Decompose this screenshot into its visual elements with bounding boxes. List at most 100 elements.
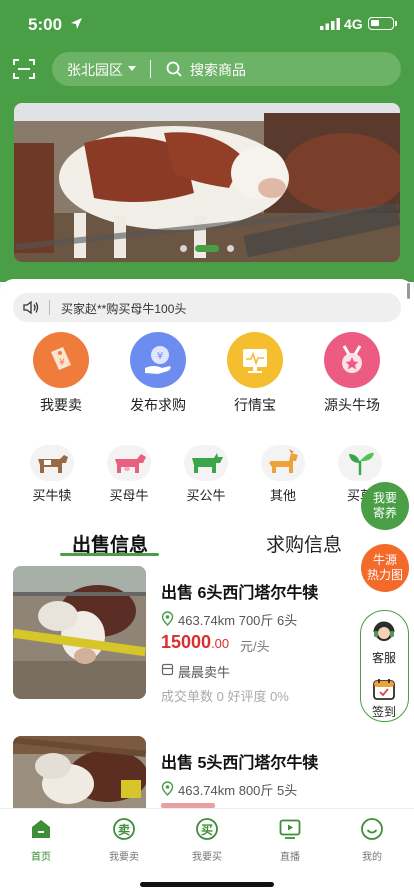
tab-profile[interactable]: 我的 — [342, 817, 402, 865]
tab-sell[interactable]: 卖 我要卖 — [94, 817, 154, 865]
listing-thumbnail — [13, 566, 146, 699]
quick-action-market[interactable]: 行情宝 — [210, 332, 300, 414]
caret-down-icon[interactable] — [128, 66, 136, 71]
tab-buy[interactable]: 买 我要买 — [177, 817, 237, 865]
battery-icon — [368, 17, 397, 30]
foster-care-button[interactable]: 我要 寄养 — [361, 482, 409, 530]
quick-action-label: 行情宝 — [234, 397, 276, 413]
tab-label: 首页 — [31, 852, 51, 863]
banner-carousel[interactable] — [14, 103, 400, 262]
location-pin-icon — [161, 781, 174, 796]
customer-service-label[interactable]: 客服 — [361, 649, 407, 666]
listing-card[interactable]: 出售 5头西门塔尔牛犊 463.74km 800斤 5头 — [0, 736, 414, 808]
category-calf[interactable]: 买牛犊 — [16, 445, 88, 503]
status-time: 5:00 — [28, 15, 63, 34]
listing-seller: 晨晨卖牛 — [178, 665, 231, 680]
listing-title: 出售 5头西门塔尔牛犊 — [161, 755, 319, 772]
region-selector[interactable]: 张北园区 — [67, 60, 123, 80]
svg-text:买: 买 — [201, 823, 213, 837]
notice-bar[interactable]: 买家赵**购买母牛100头 — [13, 293, 401, 322]
listing-thumbnail — [13, 736, 146, 808]
banner-cattle-photo — [14, 103, 400, 262]
live-icon — [279, 819, 301, 839]
listing-price-decimal: .00 — [211, 636, 230, 651]
heatmap-button[interactable]: 牛源 热力图 — [361, 544, 409, 592]
search-icon — [166, 61, 182, 77]
quick-action-label: 我要卖 — [40, 397, 82, 413]
carousel-dot[interactable] — [180, 245, 187, 252]
listing-card[interactable]: 出售 6头西门塔尔牛犊 463.74km 700斤 6头 15000.00 元/… — [0, 566, 414, 704]
checkin-calendar-icon[interactable] — [372, 677, 396, 701]
scrollbar — [407, 283, 410, 299]
scan-icon[interactable] — [12, 57, 36, 81]
quick-action-label: 发布求购 — [130, 397, 186, 413]
calf-icon — [30, 445, 74, 481]
home-icon — [32, 820, 50, 838]
listing-meta: 463.74km 800斤 5头 — [178, 780, 297, 799]
tab-buy-info[interactable]: 求购信息 — [266, 530, 342, 557]
yen-hand-icon: ¥ — [130, 332, 186, 388]
listing-count: 5头 — [277, 783, 298, 798]
sprout-icon — [338, 445, 382, 481]
customer-service-icon[interactable] — [371, 619, 397, 645]
price-tag-icon: ¥ — [33, 332, 89, 388]
category-label: 其他 — [269, 488, 296, 503]
svg-text:¥: ¥ — [59, 358, 65, 368]
sell-icon: 卖 — [113, 818, 135, 840]
signal-icon — [320, 18, 340, 30]
market-chart-icon — [227, 332, 283, 388]
carousel-dot[interactable] — [227, 245, 234, 252]
category-cow[interactable]: 买母牛 — [93, 445, 165, 503]
buy-icon: 买 — [196, 818, 218, 840]
quick-action-publish-request[interactable]: ¥ 发布求购 — [113, 332, 203, 414]
tab-live[interactable]: 直播 — [260, 817, 320, 865]
quick-action-source-farm[interactable]: 源头牛场 — [307, 332, 397, 414]
category-label: 买公牛 — [186, 488, 226, 503]
listing-weight: 800斤 — [238, 783, 274, 798]
quick-action-label: 源头牛场 — [324, 397, 380, 413]
carousel-indicator — [14, 243, 400, 253]
home-indicator — [140, 882, 274, 887]
tab-home[interactable]: 首页 — [11, 817, 71, 865]
category-other[interactable]: 其他 — [247, 445, 319, 503]
listing-weight: 700斤 — [238, 613, 274, 628]
tab-label: 直播 — [280, 852, 300, 863]
listing-distance: 463.74km — [178, 613, 236, 628]
side-action-panel: 客服 签到 — [360, 610, 409, 722]
checkin-label[interactable]: 签到 — [361, 703, 407, 720]
bull-icon — [184, 445, 228, 481]
listing-stats: 成交单数 0 好评度 0% — [161, 689, 289, 704]
location-pin-icon — [161, 611, 174, 626]
search-bar[interactable]: 张北园区 搜索商品 — [52, 52, 401, 86]
svg-text:¥: ¥ — [157, 351, 163, 362]
network-type: 4G — [344, 16, 363, 32]
status-bar: 5:00 4G — [0, 0, 414, 50]
horse-icon — [261, 445, 305, 481]
svg-text:卖: 卖 — [118, 822, 130, 837]
category-bull[interactable]: 买公牛 — [170, 445, 242, 503]
tab-label: 我要卖 — [109, 852, 139, 863]
medal-icon — [324, 332, 380, 388]
search-input[interactable]: 搜索商品 — [190, 60, 246, 80]
foster-care-label: 我要 寄养 — [372, 491, 397, 520]
quick-action-sell[interactable]: ¥ 我要卖 — [16, 332, 106, 414]
location-arrow-icon — [71, 18, 82, 29]
cow-icon — [107, 445, 151, 481]
category-label: 买母牛 — [109, 488, 149, 503]
speaker-icon — [23, 300, 39, 315]
heatmap-label: 牛源 热力图 — [366, 553, 403, 582]
listing-distance: 463.74km — [178, 783, 236, 798]
store-icon — [161, 663, 174, 676]
listing-price: 15000.00 — [161, 632, 229, 653]
category-label: 买牛犊 — [32, 488, 72, 503]
tab-active-underline — [60, 553, 159, 556]
notice-divider — [49, 300, 50, 315]
listing-price-unit: 元/头 — [240, 639, 270, 654]
tab-label: 我的 — [362, 852, 382, 863]
listing-meta: 463.74km 700斤 6头 — [178, 610, 297, 629]
listing-title: 出售 6头西门塔尔牛犊 — [161, 585, 319, 602]
search-divider — [150, 60, 151, 78]
carousel-dot-active[interactable] — [195, 245, 219, 252]
listing-price-main: 15000 — [161, 632, 212, 652]
profile-icon — [361, 818, 383, 840]
